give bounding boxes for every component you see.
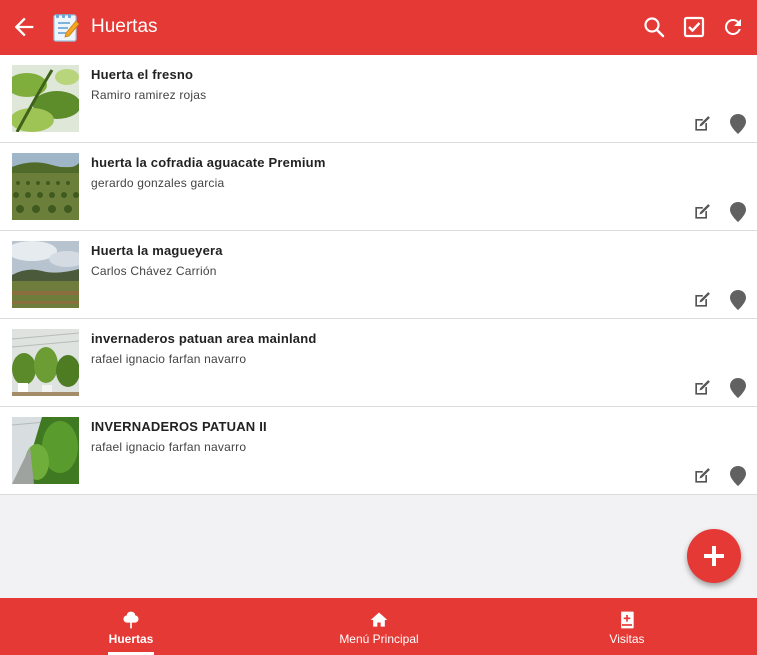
nav-item-menu-principal[interactable]: Menú Principal <box>253 598 505 655</box>
location-pin-icon[interactable] <box>730 290 746 310</box>
nav-item-visitas[interactable]: Visitas <box>501 598 753 655</box>
huertas-list: Huerta el fresno Ramiro ramirez rojas hu… <box>0 55 757 495</box>
huerta-owner: gerardo gonzales garcia <box>91 176 225 190</box>
list-item[interactable]: INVERNADEROS PATUAN II rafael ignacio fa… <box>0 407 757 495</box>
nav-item-huertas[interactable]: Huertas <box>5 598 257 655</box>
top-app-bar: Huertas <box>0 0 757 55</box>
huerta-owner: Carlos Chávez Carrión <box>91 264 217 278</box>
add-huerta-button[interactable] <box>687 529 741 583</box>
edit-icon[interactable] <box>692 290 712 310</box>
huerta-thumbnail <box>12 329 79 396</box>
edit-icon[interactable] <box>692 466 712 486</box>
list-item[interactable]: huerta la cofradia aguacate Premium gera… <box>0 143 757 231</box>
nav-label: Huertas <box>108 632 154 646</box>
huerta-title: Huerta el fresno <box>91 67 194 82</box>
notepad-icon <box>53 14 80 42</box>
location-pin-icon[interactable] <box>730 202 746 222</box>
edit-icon[interactable] <box>692 114 712 134</box>
huerta-title: INVERNADEROS PATUAN II <box>91 419 267 434</box>
huerta-owner: rafael ignacio farfan navarro <box>91 352 247 366</box>
nav-label: Menú Principal <box>339 632 419 646</box>
edit-icon[interactable] <box>692 378 712 398</box>
huerta-thumbnail <box>12 417 79 484</box>
list-item[interactable]: Huerta la magueyera Carlos Chávez Carrió… <box>0 231 757 319</box>
huerta-owner: Ramiro ramirez rojas <box>91 88 207 102</box>
search-icon[interactable] <box>642 15 666 39</box>
huerta-thumbnail <box>12 241 79 308</box>
huerta-owner: rafael ignacio farfan navarro <box>91 440 247 454</box>
location-pin-icon[interactable] <box>730 378 746 398</box>
checkbox-icon[interactable] <box>682 15 706 39</box>
edit-icon[interactable] <box>692 202 712 222</box>
refresh-icon[interactable] <box>721 15 745 39</box>
huerta-title: invernaderos patuan area mainland <box>91 331 317 346</box>
back-arrow-icon[interactable] <box>10 13 38 41</box>
tree-icon <box>123 611 139 629</box>
list-item[interactable]: invernaderos patuan area mainland rafael… <box>0 319 757 407</box>
list-item[interactable]: Huerta el fresno Ramiro ramirez rojas <box>0 55 757 143</box>
bottom-navigation: Huertas Menú Principal Visitas <box>0 598 757 655</box>
plus-icon <box>704 546 724 566</box>
location-pin-icon[interactable] <box>730 466 746 486</box>
huerta-thumbnail <box>12 65 79 132</box>
huerta-title: Huerta la magueyera <box>91 243 223 258</box>
huerta-thumbnail <box>12 153 79 220</box>
home-icon <box>370 612 388 627</box>
huerta-title: huerta la cofradia aguacate Premium <box>91 155 326 170</box>
location-pin-icon[interactable] <box>730 114 746 134</box>
book-icon <box>621 611 634 629</box>
nav-label: Visitas <box>609 632 645 646</box>
page-title: Huertas <box>91 16 158 37</box>
